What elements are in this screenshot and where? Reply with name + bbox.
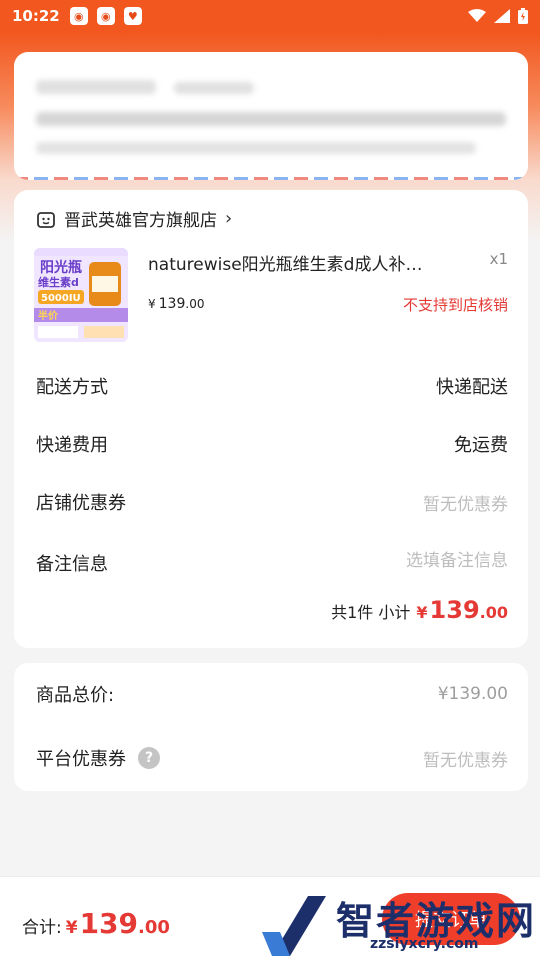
goods-total-value: ¥139.00 bbox=[437, 684, 508, 704]
wifi-icon bbox=[468, 9, 486, 22]
goods-total-label: 商品总价: bbox=[36, 685, 115, 706]
product-image-text: 阳光瓶 bbox=[40, 259, 82, 276]
store-icon bbox=[37, 211, 55, 228]
address-blur bbox=[174, 82, 254, 94]
subtotal-price: ¥139.00 bbox=[416, 596, 508, 624]
price-summary-card: 商品总价: ¥139.00 平台优惠券 ? 暂无优惠券 bbox=[14, 663, 528, 791]
address-blur bbox=[36, 80, 156, 94]
watermark: 智者游戏网 zzsiyxcry.com bbox=[260, 888, 540, 960]
platform-coupon-row[interactable]: 平台优惠券 ? 暂无优惠券 bbox=[36, 745, 508, 771]
shop-order-card: 晋武英雄官方旗舰店 › 阳光瓶 维生素d 5000IU 半价 naturewis… bbox=[14, 190, 528, 648]
watermark-url: zzsiyxcry.com bbox=[370, 936, 479, 952]
subtotal-label: 共1件 小计 bbox=[331, 603, 411, 622]
app-notification-icon: ◉ bbox=[96, 7, 115, 25]
shipping-fee-row: 快递费用 免运费 bbox=[36, 431, 508, 457]
product-image[interactable]: 阳光瓶 维生素d 5000IU 半价 bbox=[34, 248, 128, 342]
goods-total-row: 商品总价: ¥139.00 bbox=[36, 681, 508, 707]
address-card[interactable] bbox=[14, 52, 528, 180]
address-blur bbox=[36, 112, 506, 126]
app-notification-icon: ◉ bbox=[69, 7, 88, 25]
shipping-fee-label: 快递费用 bbox=[36, 435, 108, 456]
price-decimal: .00 bbox=[479, 603, 508, 622]
product-image-text: 维生素d bbox=[38, 275, 79, 289]
status-bar: 10:22 ◉ ◉ ♥ bbox=[0, 0, 540, 32]
platform-coupon-value: 暂无优惠券 bbox=[423, 750, 508, 771]
product-image-text: 5000IU bbox=[41, 293, 81, 304]
shop-coupon-label: 店铺优惠券 bbox=[36, 493, 126, 514]
product-image-graphic: 阳光瓶 维生素d 5000IU 半价 bbox=[34, 248, 128, 342]
price-decimal: .00 bbox=[185, 297, 205, 311]
heart-app-icon: ♥ bbox=[123, 7, 142, 25]
status-time: 10:22 bbox=[12, 7, 60, 25]
remark-label: 备注信息 bbox=[36, 554, 108, 575]
total-label: 合计: bbox=[22, 918, 62, 938]
watermark-logo-icon bbox=[262, 896, 326, 956]
price-integer: 139 bbox=[429, 596, 480, 624]
product-quantity: x1 bbox=[489, 250, 508, 268]
price-decimal: .00 bbox=[138, 917, 170, 938]
order-subtotal: 共1件 小计 ¥139.00 bbox=[331, 596, 508, 624]
shop-coupon-row[interactable]: 店铺优惠券 暂无优惠券 bbox=[36, 489, 508, 515]
total-price: ¥139.00 bbox=[66, 907, 170, 940]
product-price: ¥139.00 bbox=[148, 296, 204, 312]
price-integer: 139 bbox=[158, 296, 186, 312]
help-icon[interactable]: ? bbox=[138, 747, 160, 769]
signal-icon bbox=[494, 9, 510, 23]
product-image-text: 半价 bbox=[38, 309, 59, 322]
shop-name: 晋武英雄官方旗舰店 bbox=[64, 211, 217, 231]
store-verification-warning: 不支持到店核销 bbox=[402, 296, 508, 314]
order-total: 合计: ¥139.00 bbox=[22, 907, 170, 940]
shop-coupon-value: 暂无优惠券 bbox=[423, 494, 508, 515]
battery-icon bbox=[518, 8, 528, 24]
product-name[interactable]: naturewise阳光瓶维生素d成人补充剂D3鱼肝油 bbox=[148, 250, 438, 275]
currency-symbol: ¥ bbox=[65, 918, 78, 938]
currency-symbol: ¥ bbox=[148, 297, 156, 311]
platform-coupon-label: 平台优惠券 bbox=[36, 749, 126, 770]
remark-input[interactable]: 选填备注信息 bbox=[406, 546, 508, 571]
shipping-fee-value: 免运费 bbox=[454, 435, 508, 456]
address-blur bbox=[36, 142, 476, 154]
address-envelope-border bbox=[14, 177, 528, 180]
remark-row[interactable]: 备注信息 选填备注信息 bbox=[36, 550, 508, 576]
currency-symbol: ¥ bbox=[416, 603, 428, 622]
delivery-method-value: 快递配送 bbox=[436, 377, 508, 398]
price-integer: 139 bbox=[79, 907, 139, 940]
delivery-method-label: 配送方式 bbox=[36, 377, 108, 398]
delivery-method-row[interactable]: 配送方式 快递配送 bbox=[36, 373, 508, 399]
shop-header[interactable]: 晋武英雄官方旗舰店 › bbox=[36, 206, 232, 231]
chevron-right-icon: › bbox=[225, 208, 233, 229]
